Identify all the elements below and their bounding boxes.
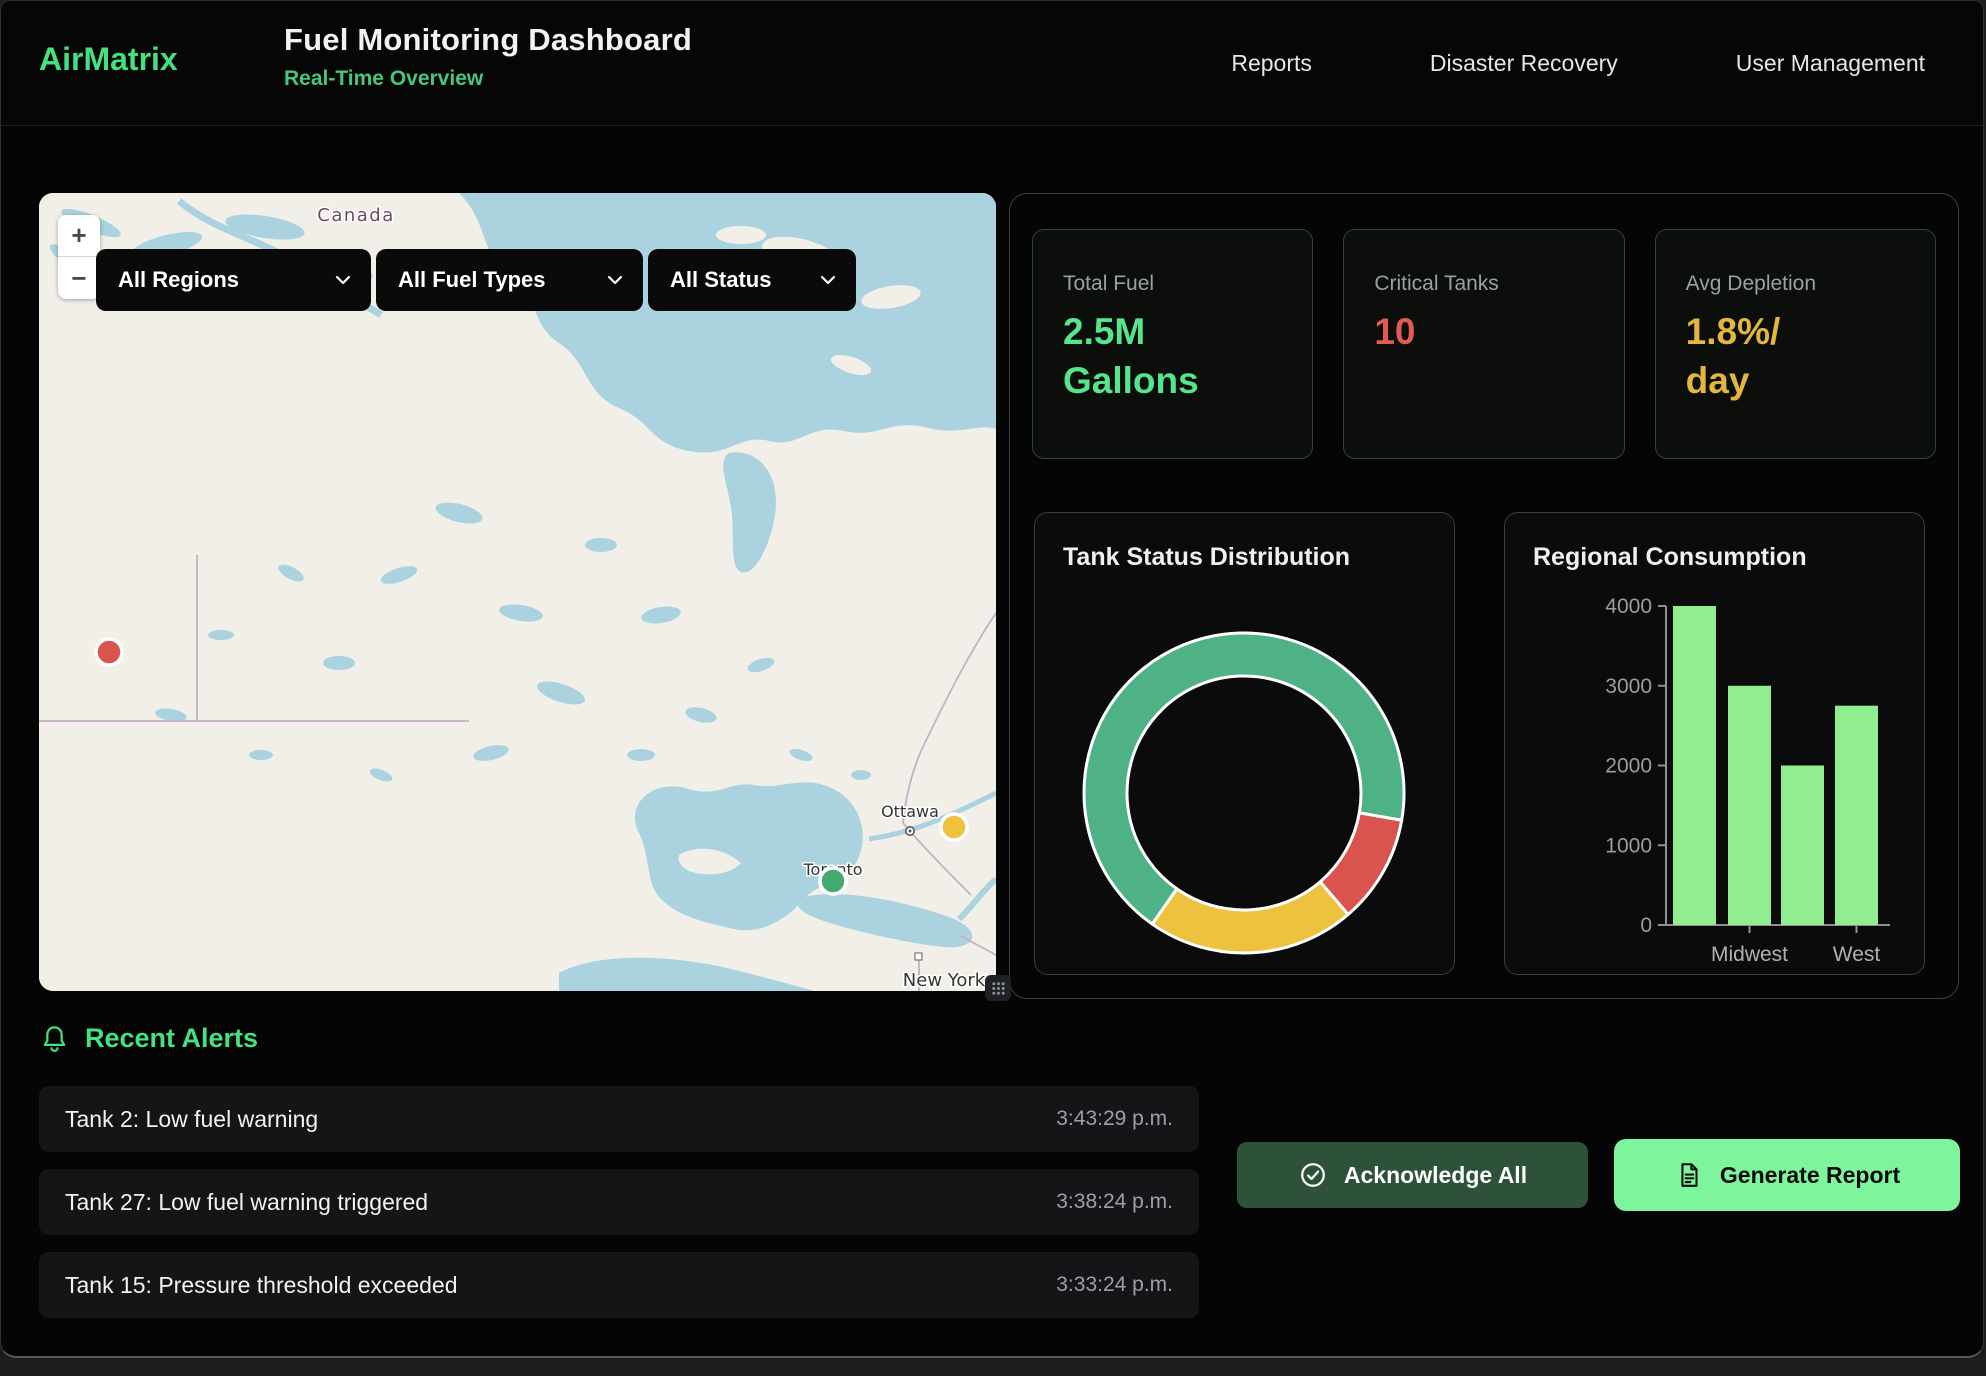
bell-icon: [39, 1023, 70, 1054]
status-filter-value: All Status: [670, 267, 771, 293]
alerts-heading: Recent Alerts: [39, 1023, 258, 1054]
stats-row: Total Fuel 2.5M Gallons Critical Tanks 1…: [1032, 229, 1936, 459]
generate-report-button[interactable]: Generate Report: [1614, 1139, 1960, 1211]
svg-text:Midwest: Midwest: [1711, 943, 1788, 966]
alert-message: Tank 15: Pressure threshold exceeded: [65, 1272, 458, 1299]
map-label-ottawa: Ottawa: [881, 802, 939, 821]
map-label-new-york: New York: [903, 970, 986, 991]
overview-panel: Total Fuel 2.5M Gallons Critical Tanks 1…: [1009, 193, 1959, 999]
ottawa-town-dot-center: [909, 830, 912, 833]
alerts-list: Tank 2: Low fuel warning 3:43:29 p.m. Ta…: [39, 1086, 1199, 1335]
svg-text:4000: 4000: [1605, 595, 1652, 618]
zoom-in-button[interactable]: +: [58, 215, 100, 257]
alert-row[interactable]: Tank 15: Pressure threshold exceeded 3:3…: [39, 1252, 1199, 1318]
title-block: Fuel Monitoring Dashboard Real-Time Over…: [284, 22, 692, 91]
tank-status-donut-chart: [1035, 513, 1455, 975]
stat-label: Avg Depletion: [1686, 272, 1905, 296]
acknowledge-all-button[interactable]: Acknowledge All: [1237, 1142, 1588, 1208]
stat-value: 1.8%/ day: [1686, 308, 1905, 406]
svg-text:West: West: [1833, 943, 1881, 966]
chevron-down-icon: [820, 275, 836, 285]
check-circle-icon: [1298, 1160, 1328, 1190]
app-window: AirMatrix Fuel Monitoring Dashboard Real…: [0, 0, 1984, 1358]
fuel-type-filter-select[interactable]: All Fuel Types: [376, 249, 643, 311]
tank-marker-warning[interactable]: [941, 814, 967, 840]
alert-row[interactable]: Tank 2: Low fuel warning 3:43:29 p.m.: [39, 1086, 1199, 1152]
alert-time: 3:43:29 p.m.: [1056, 1107, 1173, 1131]
chevron-down-icon: [607, 275, 623, 285]
fuel-type-filter-value: All Fuel Types: [398, 267, 546, 293]
document-icon: [1674, 1160, 1704, 1190]
tank-status-chart-card: Tank Status Distribution: [1034, 512, 1455, 975]
stat-label: Critical Tanks: [1374, 272, 1593, 296]
svg-text:3000: 3000: [1605, 675, 1652, 698]
stat-card-critical-tanks: Critical Tanks 10: [1343, 229, 1624, 459]
header: AirMatrix Fuel Monitoring Dashboard Real…: [1, 1, 1983, 126]
stat-value: 10: [1374, 308, 1593, 357]
tank-marker-normal[interactable]: [820, 868, 846, 894]
page-subtitle: Real-Time Overview: [284, 67, 692, 91]
map-filter-bar: All Regions All Fuel Types All Status: [96, 249, 856, 311]
main-nav: Reports Disaster Recovery User Managemen…: [1231, 1, 1925, 126]
stat-card-total-fuel: Total Fuel 2.5M Gallons: [1032, 229, 1313, 459]
new-york-town-square: [915, 953, 922, 960]
map-label-canada: Canada: [317, 205, 395, 226]
generate-report-label: Generate Report: [1720, 1162, 1900, 1189]
regional-consumption-chart-card: Regional Consumption 01000200030004000Mi…: [1504, 512, 1925, 975]
charts-row: Tank Status Distribution Regional Consum…: [1034, 512, 1925, 975]
svg-text:1000: 1000: [1605, 834, 1652, 857]
stat-label: Total Fuel: [1063, 272, 1282, 296]
page-title: Fuel Monitoring Dashboard: [284, 22, 692, 58]
alert-time: 3:33:24 p.m.: [1056, 1273, 1173, 1297]
alert-row[interactable]: Tank 27: Low fuel warning triggered 3:38…: [39, 1169, 1199, 1235]
status-filter-select[interactable]: All Status: [648, 249, 856, 311]
regional-consumption-bar-chart: 0 1000 2000 3000 4000 Midwest West: [1505, 513, 1925, 975]
stat-value: 2.5M Gallons: [1063, 308, 1282, 406]
region-filter-value: All Regions: [118, 267, 239, 293]
svg-text:2000: 2000: [1605, 755, 1652, 778]
alert-actions: Acknowledge All Generate Report: [1237, 1139, 1960, 1211]
alert-message: Tank 2: Low fuel warning: [65, 1106, 318, 1133]
acknowledge-all-label: Acknowledge All: [1344, 1162, 1527, 1189]
map[interactable]: Canada Ottawa Toronto New York + − All R…: [39, 193, 996, 991]
nav-user-management[interactable]: User Management: [1736, 50, 1925, 77]
chevron-down-icon: [335, 275, 351, 285]
alert-message: Tank 27: Low fuel warning triggered: [65, 1189, 428, 1216]
brand-logo[interactable]: AirMatrix: [39, 41, 178, 78]
stat-card-avg-depletion: Avg Depletion 1.8%/ day: [1655, 229, 1936, 459]
zoom-out-button[interactable]: −: [58, 257, 100, 299]
nav-disaster-recovery[interactable]: Disaster Recovery: [1430, 50, 1618, 77]
nav-reports[interactable]: Reports: [1231, 50, 1312, 77]
region-filter-select[interactable]: All Regions: [96, 249, 371, 311]
map-canvas[interactable]: Canada Ottawa Toronto New York: [39, 193, 996, 991]
map-zoom-control: + −: [58, 215, 100, 299]
alerts-heading-text: Recent Alerts: [85, 1023, 258, 1054]
alert-time: 3:38:24 p.m.: [1056, 1190, 1173, 1214]
svg-text:0: 0: [1640, 914, 1652, 937]
tank-marker-critical[interactable]: [96, 639, 122, 665]
drag-dots-icon: [991, 981, 1006, 996]
map-resize-handle[interactable]: [985, 975, 1011, 1001]
